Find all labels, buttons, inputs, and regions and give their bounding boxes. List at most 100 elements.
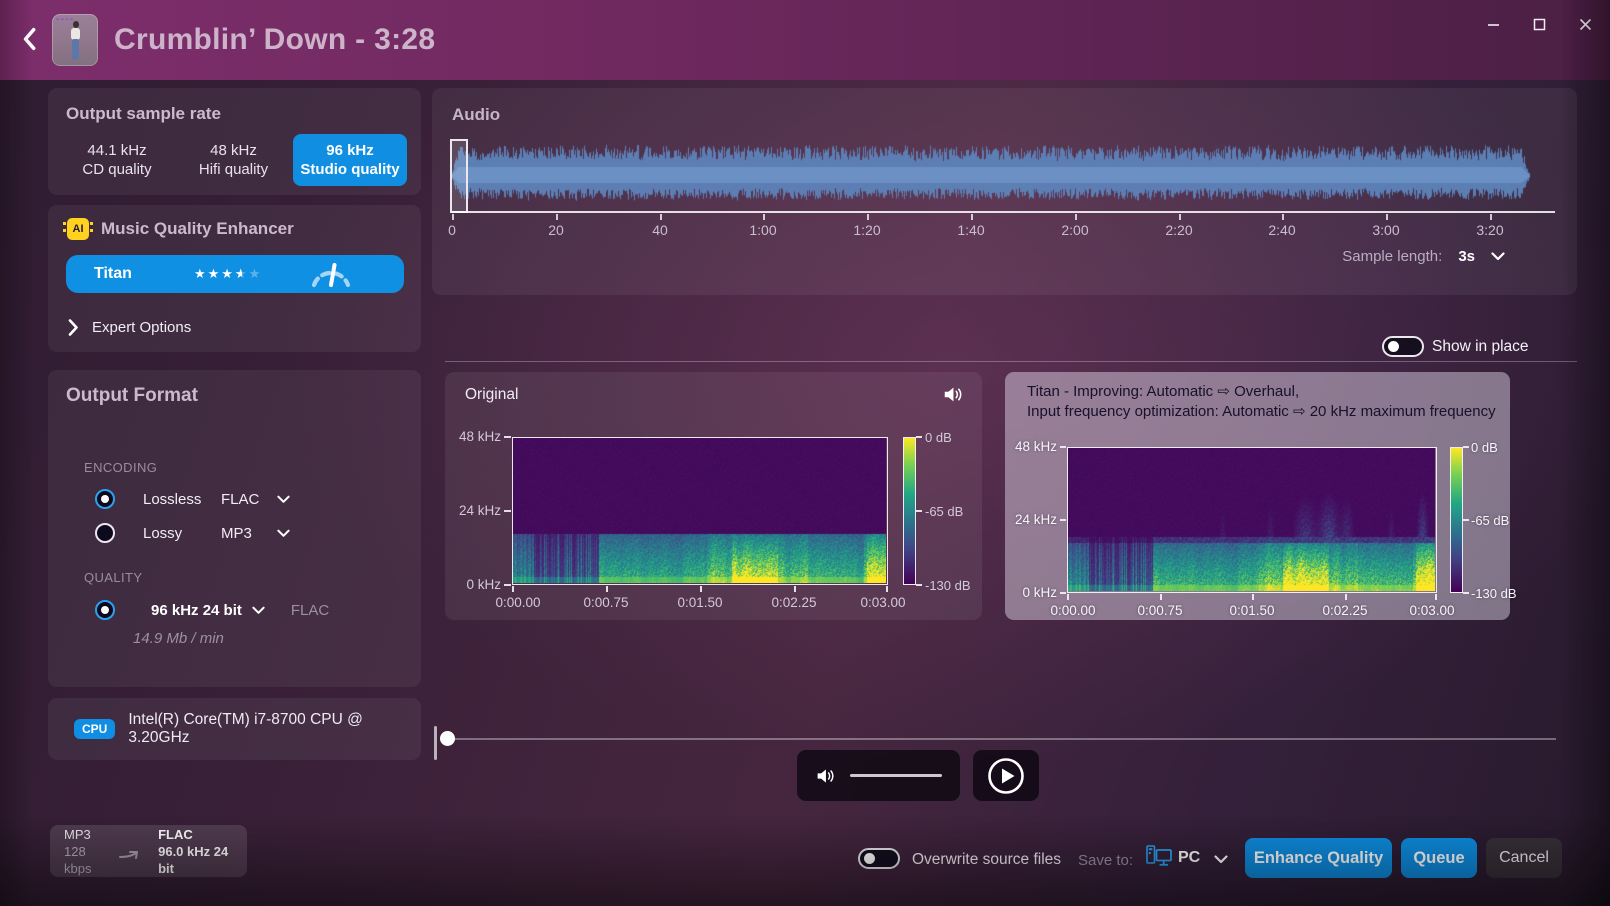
quality-value[interactable]: 96 kHz 24 bit bbox=[151, 602, 242, 619]
enhanced-title: Titan - Improving: Automatic ⇨ Overhaul,… bbox=[1027, 382, 1496, 422]
output-sample-rate-panel: Output sample rate 44.1 kHz CD quality 4… bbox=[48, 88, 421, 195]
maximize-button[interactable] bbox=[1524, 10, 1554, 38]
target-detail: 96.0 kHz 24 bit bbox=[158, 843, 233, 877]
freq-tick-label: 0 kHz bbox=[1005, 585, 1057, 600]
time-tick-label: 0:01.50 bbox=[677, 595, 722, 610]
sample-length-label: Sample length: bbox=[1342, 248, 1442, 265]
sample-rate-option-96[interactable]: 96 kHz Studio quality bbox=[293, 134, 407, 186]
minimize-button[interactable] bbox=[1478, 10, 1508, 38]
volume-slider[interactable] bbox=[850, 774, 942, 777]
expert-options-label: Expert Options bbox=[92, 319, 191, 336]
show-in-place-toggle[interactable] bbox=[1382, 336, 1424, 357]
db-tick-label: -65 dB bbox=[1471, 513, 1509, 528]
enhanced-spectrogram-panel: Titan - Improving: Automatic ⇨ Overhaul,… bbox=[1005, 372, 1510, 620]
output-format-heading: Output Format bbox=[66, 385, 198, 407]
timeline-tick-label: 3:20 bbox=[1476, 222, 1503, 238]
arrow-right-icon bbox=[118, 844, 146, 862]
lossless-radio[interactable] bbox=[95, 489, 115, 509]
timeline-axis bbox=[452, 211, 1555, 213]
freq-tick-label: 24 kHz bbox=[449, 503, 501, 518]
chevron-right-icon bbox=[68, 319, 78, 336]
lossless-codec-value[interactable]: FLAC bbox=[221, 491, 267, 508]
sample-rate-option-48[interactable]: 48 kHz Hifi quality bbox=[177, 134, 291, 186]
cpu-panel: CPU Intel(R) Core(TM) i7-8700 CPU @ 3.20… bbox=[48, 698, 421, 760]
scrollbar-thumb[interactable] bbox=[434, 726, 437, 760]
db-tick-label: 0 dB bbox=[1471, 440, 1498, 455]
play-icon bbox=[986, 756, 1026, 796]
overwrite-source-toggle[interactable] bbox=[858, 848, 900, 869]
lossy-label: Lossy bbox=[143, 525, 221, 542]
sample-length-value[interactable]: 3s bbox=[1458, 248, 1475, 265]
chevron-down-icon[interactable] bbox=[252, 606, 265, 615]
song-title: Crumblin’ Down - 3:28 bbox=[114, 23, 435, 57]
sample-rate-option-44[interactable]: 44.1 kHz CD quality bbox=[60, 134, 174, 186]
back-button[interactable] bbox=[12, 20, 46, 60]
speaker-icon[interactable] bbox=[815, 767, 836, 785]
expert-options-expander[interactable]: Expert Options bbox=[68, 319, 191, 336]
ai-chip-icon: AI bbox=[66, 217, 90, 241]
queue-button[interactable]: Queue bbox=[1401, 838, 1477, 878]
time-tick-label: 0:00.00 bbox=[1050, 603, 1095, 618]
timeline-tick-label: 1:00 bbox=[749, 222, 776, 238]
gauge-icon bbox=[308, 261, 354, 288]
timeline-tick-label: 2:00 bbox=[1061, 222, 1088, 238]
time-tick-label: 0:01.50 bbox=[1229, 603, 1274, 618]
timeline-tick-label: 1:20 bbox=[853, 222, 880, 238]
timeline-tick-label: 20 bbox=[548, 222, 564, 238]
sample-selection-box[interactable] bbox=[450, 139, 468, 213]
quality-codec-label: FLAC bbox=[291, 602, 329, 619]
chevron-down-icon[interactable] bbox=[1491, 252, 1505, 261]
section-divider bbox=[445, 361, 1577, 362]
waveform-canvas[interactable] bbox=[452, 141, 1537, 211]
colorbar bbox=[1450, 447, 1463, 593]
chevron-down-icon[interactable] bbox=[277, 529, 290, 538]
mute-original-button[interactable] bbox=[940, 383, 966, 406]
quality-radio[interactable] bbox=[95, 600, 115, 620]
overwrite-source-label: Overwrite source files bbox=[912, 851, 1061, 869]
colorbar bbox=[903, 437, 916, 585]
lossy-codec-value[interactable]: MP3 bbox=[221, 525, 267, 542]
time-tick-label: 0:02.25 bbox=[1322, 603, 1367, 618]
freq-tick-label: 48 kHz bbox=[1005, 439, 1057, 454]
freq-tick-label: 48 kHz bbox=[449, 429, 501, 444]
show-in-place-control: Show in place bbox=[1382, 336, 1529, 357]
playback-slider-knob[interactable] bbox=[440, 731, 455, 746]
timeline-tick-label: 2:40 bbox=[1268, 222, 1295, 238]
play-button[interactable] bbox=[986, 756, 1026, 796]
music-quality-enhancer-panel: AI Music Quality Enhancer Titan ★★★★★ Ex… bbox=[48, 205, 421, 352]
db-tick-label: -65 dB bbox=[925, 504, 963, 519]
timeline-tick-label: 0 bbox=[448, 222, 456, 238]
sample-rate-heading: Output sample rate bbox=[66, 104, 221, 124]
star-icon: ★ bbox=[194, 266, 208, 282]
original-title: Original bbox=[465, 386, 518, 404]
playback-slider[interactable] bbox=[445, 738, 1556, 740]
chevron-left-icon bbox=[22, 27, 36, 54]
cpu-name: Intel(R) Core(TM) i7-8700 CPU @ 3.20GHz bbox=[128, 711, 421, 747]
target-format: FLAC bbox=[158, 826, 233, 843]
close-button[interactable] bbox=[1570, 10, 1600, 38]
timeline-tick-label: 40 bbox=[652, 222, 668, 238]
lossy-radio[interactable] bbox=[95, 523, 115, 543]
freq-tick-label: 0 kHz bbox=[449, 577, 501, 592]
time-tick-label: 0:02.25 bbox=[771, 595, 816, 610]
chevron-down-icon[interactable] bbox=[277, 495, 290, 504]
source-format: MP3 bbox=[64, 826, 108, 843]
volume-control bbox=[797, 750, 960, 801]
original-spectrogram-panel: Original 48 kHz 24 kHz 0 kHz 0:00.00 0:0… bbox=[445, 372, 982, 620]
encoding-section-label: ENCODING bbox=[84, 460, 157, 475]
chevron-down-icon[interactable] bbox=[1214, 855, 1228, 864]
titlebar: ⌁⌁⌁⌁ Crumblin’ Down - 3:28 bbox=[0, 0, 1610, 80]
bitrate-note: 14.9 Mb / min bbox=[133, 630, 224, 647]
save-to-label: Save to: bbox=[1078, 852, 1133, 869]
db-tick-label: -130 dB bbox=[925, 578, 971, 593]
save-target-value[interactable]: PC bbox=[1178, 849, 1200, 867]
enhance-quality-button[interactable]: Enhance Quality bbox=[1245, 838, 1392, 878]
timeline-tick-label: 3:00 bbox=[1372, 222, 1399, 238]
timeline-tick-label: 1:40 bbox=[957, 222, 984, 238]
cancel-button[interactable]: Cancel bbox=[1486, 838, 1562, 878]
maximize-icon bbox=[1533, 18, 1546, 31]
pc-icon bbox=[1146, 844, 1173, 867]
app-window: ⌁⌁⌁⌁ Crumblin’ Down - 3:28 Output sample… bbox=[0, 0, 1610, 906]
close-icon bbox=[1579, 18, 1592, 31]
enhancer-model-button[interactable]: Titan ★★★★★ bbox=[66, 255, 404, 293]
